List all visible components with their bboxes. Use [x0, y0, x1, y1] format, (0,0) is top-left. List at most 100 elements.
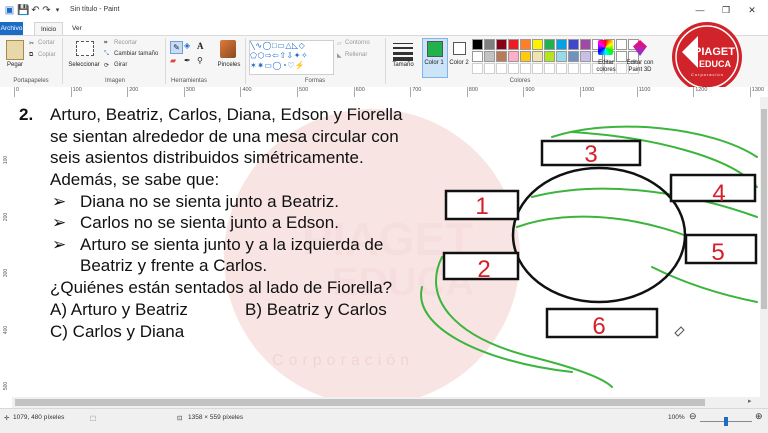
tools-group-label: Herramientas	[170, 78, 207, 84]
custom-color-slot[interactable]	[556, 63, 567, 74]
seating-diagram: 3 1 4 2 5 6	[420, 125, 758, 388]
close-button[interactable]: ✕	[742, 4, 762, 16]
color2-swatch[interactable]	[453, 42, 466, 55]
size-icon[interactable]	[393, 41, 413, 61]
resize-button[interactable]: Cambiar tamaño	[114, 51, 158, 57]
text-icon[interactable]: A	[197, 41, 204, 51]
crop-button[interactable]: Recortar	[114, 40, 137, 46]
undo-icon[interactable]: ↶	[30, 5, 41, 16]
fill-icon[interactable]: ◈	[184, 41, 190, 50]
cut-button[interactable]: Cortar	[38, 40, 55, 46]
zoom-level: 100%	[668, 414, 685, 421]
ruler-tick	[14, 87, 15, 97]
palette-swatch[interactable]	[556, 51, 567, 62]
ruler-label: 1300	[751, 87, 765, 93]
fill-shape-icon: ◣	[337, 53, 342, 59]
shapes-gallery[interactable]: ╲∿◯□▭△◺◇ ⬠⬡⇨⇦⇧⇩✦✧ ✶✷▭◯◔♡⚡	[249, 40, 334, 75]
palette-swatch[interactable]	[484, 39, 495, 50]
custom-color-slot[interactable]	[520, 63, 531, 74]
paste-icon[interactable]	[6, 40, 24, 60]
rotate-button[interactable]: Girar	[114, 62, 127, 68]
palette-swatch[interactable]	[532, 51, 543, 62]
ruler-label: 400	[242, 87, 252, 93]
paste-button[interactable]: Pegar	[4, 62, 26, 68]
palette-swatch[interactable]	[508, 51, 519, 62]
ruler-label: 400	[3, 325, 10, 334]
edit-colors-icon[interactable]	[598, 40, 613, 55]
palette-swatch[interactable]	[484, 51, 495, 62]
outline-dropdown[interactable]: Contorno	[345, 40, 370, 46]
ruler-tick	[523, 87, 525, 97]
seat-number-4: 4	[712, 180, 725, 207]
redo-icon[interactable]: ↷	[41, 5, 52, 16]
vertical-scroll-thumb[interactable]	[761, 109, 767, 309]
drawing-canvas[interactable]: PIAGET EDUCA Corporación 2. Arturo, Beat…	[12, 97, 760, 397]
tab-file[interactable]: Archivo	[0, 22, 23, 35]
palette-swatch[interactable]	[580, 39, 591, 50]
palette-swatch[interactable]	[472, 51, 483, 62]
minimize-button[interactable]: —	[690, 4, 710, 16]
edit-colors-button[interactable]: Editar colores	[590, 60, 622, 74]
zoom-out-button[interactable]: ⊖	[689, 411, 697, 422]
palette-swatch[interactable]	[496, 51, 507, 62]
select-button[interactable]: Seleccionar	[66, 62, 102, 68]
vertical-scrollbar[interactable]	[760, 97, 768, 408]
status-bar: ✛ 1079, 480 píxeles ⬚ ⊡ 1358 × 559 píxel…	[0, 408, 768, 433]
select-icon[interactable]	[76, 41, 94, 56]
magnifier-icon[interactable]: ⚲	[197, 56, 203, 65]
maximize-button[interactable]: ❐	[716, 4, 736, 16]
outline-icon: ▱	[337, 41, 342, 47]
custom-color-slot[interactable]	[544, 63, 555, 74]
ruler-tick	[127, 87, 129, 97]
ruler-label: 100	[72, 87, 82, 93]
tab-view[interactable]: Ver	[66, 22, 88, 35]
ribbon-separator	[385, 38, 386, 84]
ribbon-separator	[245, 38, 246, 84]
paint3d-button[interactable]: Editar con Paint 3D	[622, 60, 658, 74]
window-title: Sin título - Paint	[70, 6, 120, 13]
ruler-label: 200	[129, 87, 139, 93]
tab-home[interactable]: Inicio	[34, 22, 64, 35]
palette-swatch[interactable]	[532, 39, 543, 50]
resize-icon: ⤡	[104, 51, 109, 57]
zoom-in-button[interactable]: ⊕	[755, 411, 763, 422]
scroll-right-icon[interactable]: ▸	[748, 397, 752, 405]
zoom-slider-thumb[interactable]	[724, 417, 728, 426]
custom-color-slot[interactable]	[568, 63, 579, 74]
ruler-tick	[353, 87, 355, 97]
ruler-tick	[580, 87, 581, 97]
custom-color-slot[interactable]	[484, 63, 495, 74]
pencil-icon[interactable]: ✎	[170, 41, 183, 54]
horizontal-scroll-thumb[interactable]	[15, 399, 705, 406]
image-group-label: Imagen	[104, 78, 125, 84]
customize-toolbar-icon[interactable]: ▾	[52, 5, 63, 16]
horizontal-scrollbar[interactable]: ▸	[12, 397, 760, 408]
fill-dropdown[interactable]: Rellenar	[345, 52, 367, 58]
palette-swatch[interactable]	[568, 39, 579, 50]
palette-swatch[interactable]	[472, 39, 483, 50]
palette-swatch[interactable]	[556, 39, 567, 50]
custom-color-slot[interactable]	[508, 63, 519, 74]
brushes-icon[interactable]	[220, 40, 236, 58]
palette-swatch[interactable]	[544, 51, 555, 62]
ruler-tick	[240, 87, 242, 97]
eraser-icon[interactable]: ▰	[170, 56, 176, 65]
custom-color-slot[interactable]	[532, 63, 543, 74]
custom-color-slot[interactable]	[496, 63, 507, 74]
size-button[interactable]: Tamaño	[388, 62, 418, 68]
ruler-label: 800	[468, 87, 478, 93]
brushes-button[interactable]: Pinceles	[214, 62, 244, 68]
palette-swatch[interactable]	[544, 39, 555, 50]
palette-swatch[interactable]	[568, 51, 579, 62]
palette-swatch[interactable]	[616, 39, 627, 50]
palette-swatch[interactable]	[508, 39, 519, 50]
custom-color-slot[interactable]	[472, 63, 483, 74]
palette-swatch[interactable]	[520, 51, 531, 62]
ruler-tick	[636, 87, 638, 97]
color-picker-icon[interactable]: ✒	[184, 56, 191, 65]
palette-swatch[interactable]	[496, 39, 507, 50]
copy-button[interactable]: Copiar	[38, 52, 56, 58]
save-icon[interactable]: 💾	[17, 5, 29, 16]
palette-swatch[interactable]	[520, 39, 531, 50]
cursor-position: 1079, 480 píxeles	[13, 414, 65, 421]
